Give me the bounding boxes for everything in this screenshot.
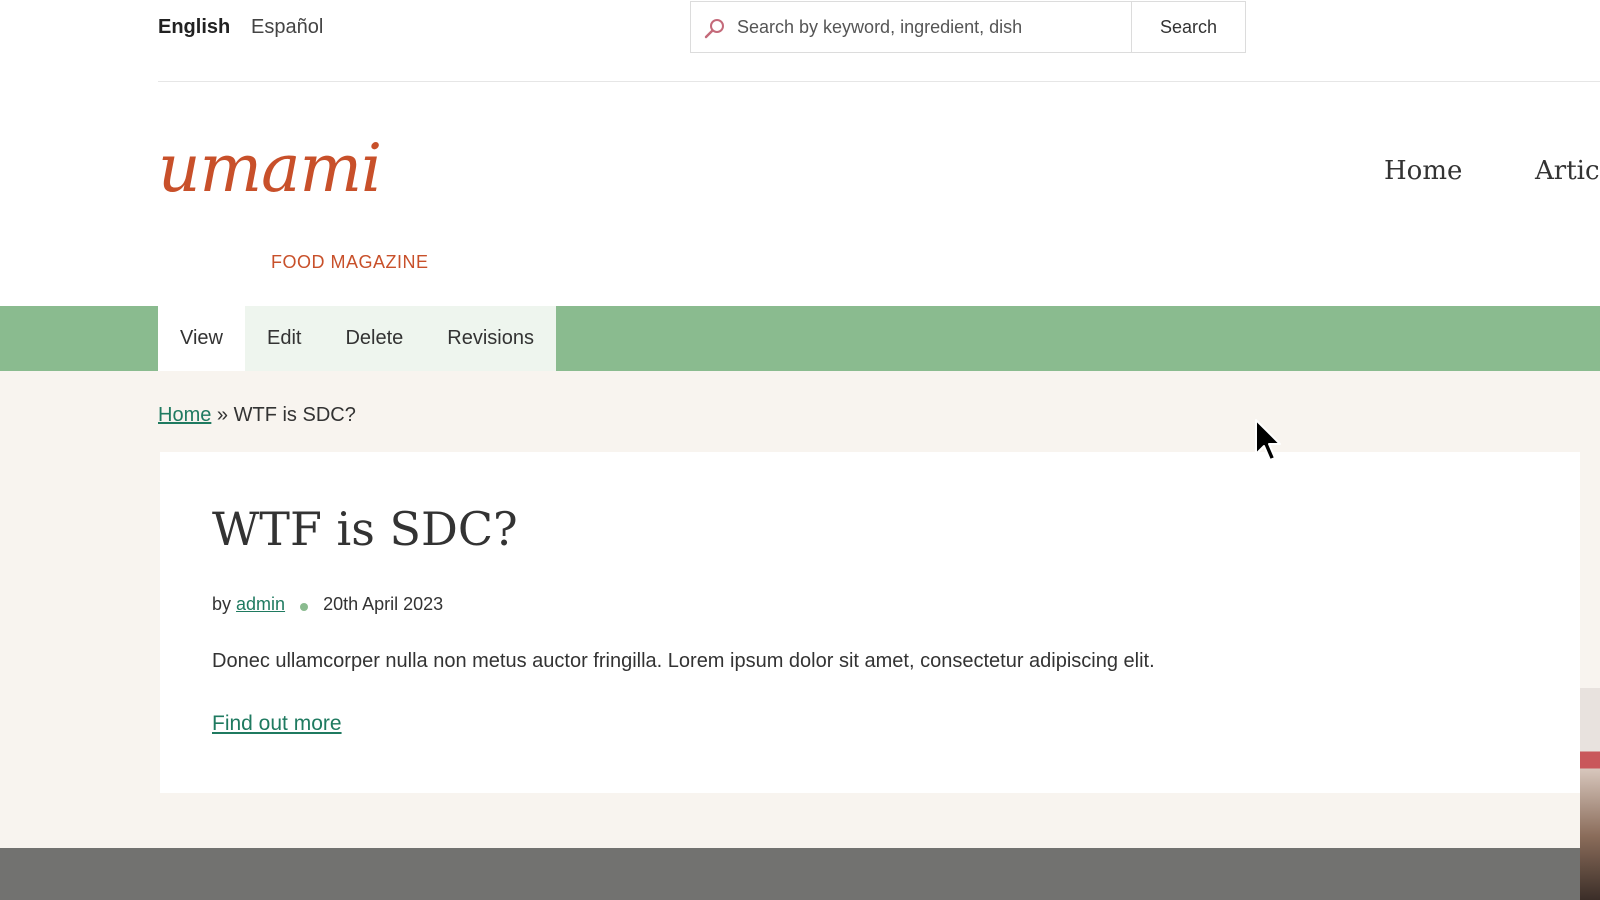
main-nav-home[interactable]: Home [1384, 156, 1462, 186]
top-bar: English Español Search [0, 0, 1600, 82]
local-tasks-bar: View Edit Delete Revisions [0, 306, 1600, 371]
logo-subtitle: FOOD MAGAZINE [271, 252, 429, 272]
article-summary: Donec ullamcorper nulla non metus auctor… [212, 650, 1155, 672]
breadcrumb-home-link[interactable]: Home [158, 404, 211, 426]
language-english-link[interactable]: English [158, 14, 230, 40]
tab-view[interactable]: View [158, 306, 245, 371]
breadcrumb: Home » WTF is SDC? [158, 404, 356, 427]
tab-edit[interactable]: Edit [245, 306, 324, 371]
article-date: 20th April 2023 [323, 594, 444, 614]
main-nav-articles[interactable]: Articl [1535, 156, 1600, 186]
article-title: WTF is SDC? [212, 502, 518, 556]
site-header: umami FOOD MAGAZINE Home Articl [0, 82, 1600, 306]
byline-dot [300, 603, 309, 612]
article-byline: by admin 20th April 2023 [212, 594, 443, 615]
site-logo[interactable]: umami FOOD MAGAZINE [158, 130, 448, 273]
footer-band [0, 848, 1580, 900]
search-box [690, 1, 1131, 53]
partial-image [1580, 688, 1600, 900]
language-espanol-link[interactable]: Español [251, 14, 323, 40]
byline-by: by [212, 594, 232, 614]
local-tasks-tabs: View Edit Delete Revisions [158, 306, 556, 371]
search-icon [704, 19, 724, 39]
search-button[interactable]: Search [1131, 1, 1246, 53]
mouse-pointer-icon [1255, 419, 1281, 461]
breadcrumb-separator: » [216, 404, 229, 426]
search-input[interactable] [737, 2, 1117, 52]
author-link[interactable]: admin [236, 594, 285, 614]
article-card: WTF is SDC? by admin 20th April 2023 Don… [160, 452, 1580, 793]
find-out-more-link[interactable]: Find out more [212, 712, 342, 736]
tab-delete[interactable]: Delete [323, 306, 426, 371]
logo-wordmark: umami [158, 130, 382, 207]
breadcrumb-current: WTF is SDC? [233, 404, 356, 426]
tab-revisions[interactable]: Revisions [425, 306, 556, 371]
